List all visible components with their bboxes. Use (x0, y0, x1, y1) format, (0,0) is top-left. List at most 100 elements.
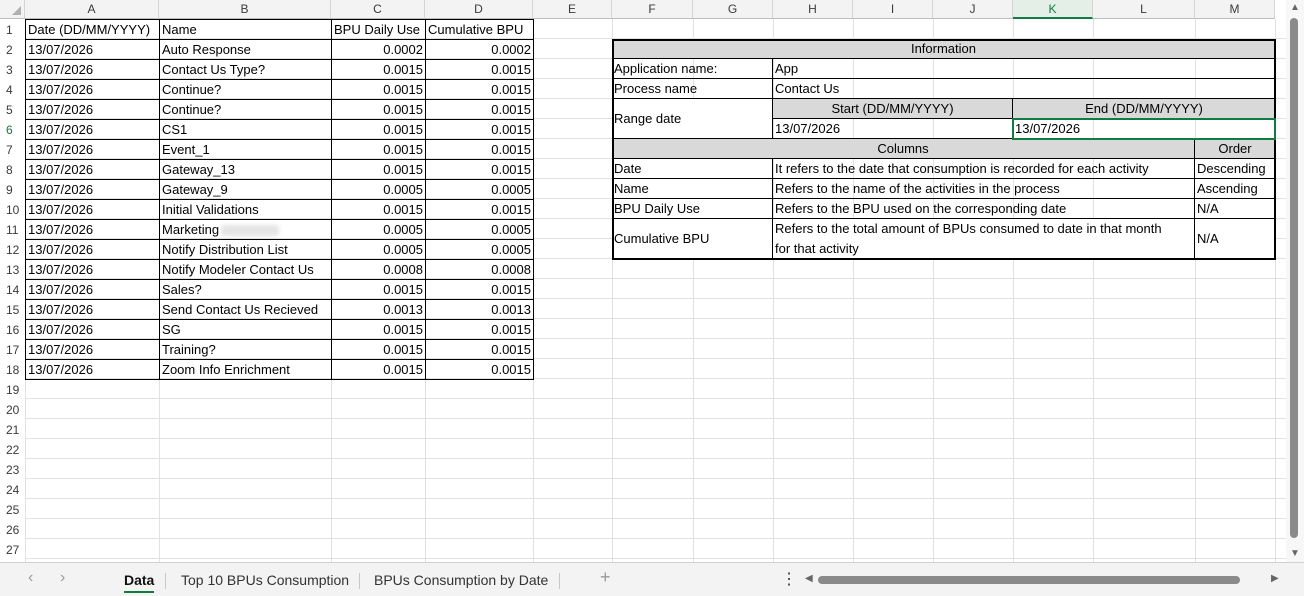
table-cell-name[interactable]: Zoom Info Enrichment (159, 359, 332, 380)
table-cell-name[interactable]: Sales? (159, 279, 332, 300)
table-cell-daily[interactable]: 0.0008 (331, 259, 426, 280)
vertical-scroll-thumb[interactable] (1290, 18, 1298, 538)
app-name-value[interactable]: App (773, 59, 1275, 79)
tab-data[interactable]: Data (124, 569, 155, 593)
table-cell-date[interactable]: 13/07/2026 (25, 319, 160, 340)
table-cell-daily[interactable]: 0.0015 (331, 99, 426, 120)
column-header-j[interactable]: J (933, 0, 1013, 19)
table-cell-cumulative[interactable]: 0.0005 (425, 239, 534, 260)
table-cell-cumulative[interactable]: 0.0015 (425, 79, 534, 100)
table-cell-daily[interactable]: 0.0015 (331, 119, 426, 140)
table-cell-date[interactable]: 13/07/2026 (25, 59, 160, 80)
select-all-corner[interactable] (0, 0, 25, 19)
table-cell-name[interactable]: Marketing (159, 219, 332, 240)
column-header-b[interactable]: B (159, 0, 331, 19)
row-header-24[interactable]: 24 (0, 480, 25, 500)
table-cell-date[interactable]: 13/07/2026 (25, 279, 160, 300)
scroll-down-arrow-icon[interactable]: ▼ (1290, 548, 1300, 559)
column-header-f[interactable]: F (612, 0, 693, 19)
table-cell-daily[interactable]: 0.0015 (331, 139, 426, 160)
next-sheet-icon[interactable]: › (60, 569, 65, 587)
table-header-cell[interactable]: BPU Daily Use (331, 19, 426, 40)
column-header-g[interactable]: G (693, 0, 773, 19)
table-header-cell[interactable]: Name (159, 19, 332, 40)
table-cell-daily[interactable]: 0.0015 (331, 159, 426, 180)
table-cell-name[interactable]: Auto Response (159, 39, 332, 60)
table-cell-daily[interactable]: 0.0015 (331, 319, 426, 340)
column-header-m[interactable]: M (1195, 0, 1275, 19)
table-cell-cumulative[interactable]: 0.0015 (425, 279, 534, 300)
table-cell-daily[interactable]: 0.0015 (331, 79, 426, 100)
table-cell-cumulative[interactable]: 0.0015 (425, 139, 534, 160)
table-cell-cumulative[interactable]: 0.0015 (425, 59, 534, 80)
row-header-27[interactable]: 27 (0, 540, 25, 560)
row-header-25[interactable]: 25 (0, 500, 25, 520)
row-header-2[interactable]: 2 (0, 40, 25, 60)
table-cell-cumulative[interactable]: 0.0015 (425, 159, 534, 180)
table-cell-daily[interactable]: 0.0015 (331, 279, 426, 300)
table-cell-date[interactable]: 13/07/2026 (25, 259, 160, 280)
row-header-23[interactable]: 23 (0, 460, 25, 480)
table-header-cell[interactable]: Cumulative BPU (425, 19, 534, 40)
table-cell-name[interactable]: Continue? (159, 79, 332, 100)
column-header-a[interactable]: A (25, 0, 159, 19)
row-header-11[interactable]: 11 (0, 220, 25, 240)
row-header-8[interactable]: 8 (0, 160, 25, 180)
row-header-17[interactable]: 17 (0, 340, 25, 360)
column-header-l[interactable]: L (1093, 0, 1195, 19)
row-header-6[interactable]: 6 (0, 120, 25, 140)
active-cell-selection[interactable] (1012, 118, 1276, 140)
scroll-right-arrow-icon[interactable]: ▶ (1271, 573, 1279, 584)
table-cell-cumulative[interactable]: 0.0015 (425, 339, 534, 360)
tab-top-10-bpus-consumption[interactable]: Top 10 BPUs Consumption (181, 569, 349, 591)
column-header-c[interactable]: C (331, 0, 425, 19)
table-cell-daily[interactable]: 0.0013 (331, 299, 426, 320)
table-cell-name[interactable]: Gateway_9 (159, 179, 332, 200)
table-cell-name[interactable]: Continue? (159, 99, 332, 120)
table-cell-cumulative[interactable]: 0.0015 (425, 119, 534, 140)
row-header-19[interactable]: 19 (0, 380, 25, 400)
table-cell-daily[interactable]: 0.0015 (331, 339, 426, 360)
row-header-13[interactable]: 13 (0, 260, 25, 280)
column-header-e[interactable]: E (533, 0, 612, 19)
table-cell-date[interactable]: 13/07/2026 (25, 299, 160, 320)
table-cell-daily[interactable]: 0.0015 (331, 59, 426, 80)
table-cell-name[interactable]: Gateway_13 (159, 159, 332, 180)
row-header-15[interactable]: 15 (0, 300, 25, 320)
row-header-20[interactable]: 20 (0, 400, 25, 420)
table-cell-name[interactable]: CS1 (159, 119, 332, 140)
table-cell-daily[interactable]: 0.0005 (331, 179, 426, 200)
tab-bpus-consumption-by-date[interactable]: BPUs Consumption by Date (374, 569, 548, 591)
table-cell-cumulative[interactable]: 0.0015 (425, 199, 534, 220)
row-header-16[interactable]: 16 (0, 320, 25, 340)
table-cell-date[interactable]: 13/07/2026 (25, 339, 160, 360)
table-cell-name[interactable]: Initial Validations (159, 199, 332, 220)
table-cell-date[interactable]: 13/07/2026 (25, 119, 160, 140)
spreadsheet-grid[interactable]: A B C D E F G H I J K L M 1 2 3 4 5 6 7 8 9 10 11 12 13 14 15 16 17 18… (0, 0, 1286, 562)
column-header-i[interactable]: I (853, 0, 933, 19)
column-header-d[interactable]: D (425, 0, 533, 19)
table-cell-cumulative[interactable]: 0.0013 (425, 299, 534, 320)
prev-sheet-icon[interactable]: ‹ (28, 569, 33, 587)
table-cell-name[interactable]: Notify Modeler Contact Us (159, 259, 332, 280)
table-cell-name[interactable]: Send Contact Us Recieved (159, 299, 332, 320)
row-header-18[interactable]: 18 (0, 360, 25, 380)
row-header-7[interactable]: 7 (0, 140, 25, 160)
table-cell-name[interactable]: Event_1 (159, 139, 332, 160)
scroll-up-arrow-icon[interactable]: ▲ (1290, 2, 1300, 13)
horizontal-scroll-thumb[interactable] (818, 576, 1240, 584)
row-header-9[interactable]: 9 (0, 180, 25, 200)
table-cell-date[interactable]: 13/07/2026 (25, 79, 160, 100)
table-cell-date[interactable]: 13/07/2026 (25, 39, 160, 60)
table-cell-daily[interactable]: 0.0002 (331, 39, 426, 60)
table-cell-cumulative[interactable]: 0.0008 (425, 259, 534, 280)
table-cell-daily[interactable]: 0.0015 (331, 359, 426, 380)
table-cell-date[interactable]: 13/07/2026 (25, 239, 160, 260)
table-cell-date[interactable]: 13/07/2026 (25, 199, 160, 220)
row-header-12[interactable]: 12 (0, 240, 25, 260)
add-sheet-icon[interactable]: + (600, 567, 611, 588)
table-cell-name[interactable]: Contact Us Type? (159, 59, 332, 80)
table-cell-cumulative[interactable]: 0.0015 (425, 319, 534, 340)
start-date-value[interactable]: 13/07/2026 (773, 119, 1013, 139)
row-header-3[interactable]: 3 (0, 60, 25, 80)
